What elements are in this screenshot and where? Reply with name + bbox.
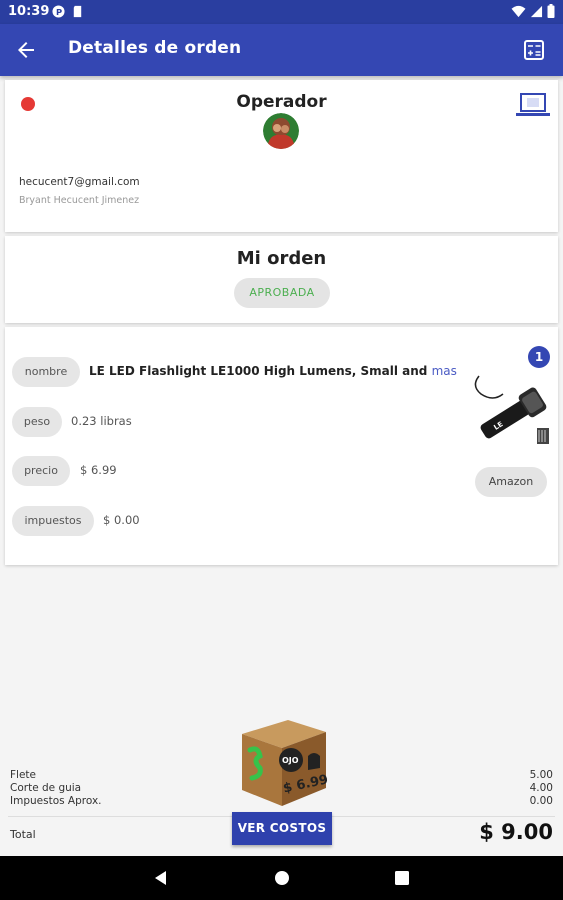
cost-value: 5.00 <box>529 769 553 781</box>
app-bar: Detalles de orden <box>0 24 563 76</box>
item-name-text: LE LED Flashlight LE1000 High Lumens, Sm… <box>89 364 428 378</box>
cost-label: Impuestos Aprox. <box>10 795 102 807</box>
cost-breakdown: Flete 5.00 Corte de guia 4.00 Impuestos … <box>10 769 553 808</box>
item-name: LE LED Flashlight LE1000 High Lumens, Sm… <box>89 364 457 378</box>
operator-avatar[interactable] <box>263 113 299 149</box>
nav-back-icon[interactable] <box>152 869 170 887</box>
name-chip: nombre <box>12 357 80 387</box>
cost-row: Corte de guia 4.00 <box>10 782 553 795</box>
status-time: 10:39 <box>8 4 50 19</box>
calculator-icon[interactable] <box>523 39 545 61</box>
cost-label: Flete <box>10 769 36 781</box>
order-card: Mi orden APROBADA <box>5 236 558 323</box>
wifi-icon <box>511 5 526 17</box>
order-title: Mi orden <box>236 248 327 269</box>
svg-text:P: P <box>56 7 62 17</box>
total-value: $ 9.00 <box>479 820 553 844</box>
signal-icon <box>530 5 543 17</box>
nav-recents-icon[interactable] <box>393 869 411 887</box>
battery-icon <box>547 4 555 18</box>
cost-value: 4.00 <box>529 782 553 794</box>
total-label: Total <box>10 828 36 841</box>
weight-value: 0.23 libras <box>71 414 132 428</box>
operator-card: Operador hecucent7@gmail.com Bryant Hecu… <box>5 80 558 232</box>
cost-label: Corte de guia <box>10 782 82 794</box>
cost-row: Flete 5.00 <box>10 769 553 782</box>
order-status-badge: APROBADA <box>234 278 330 308</box>
operator-name: Bryant Hecucent Jimenez <box>19 195 140 206</box>
tax-chip: impuestos <box>12 506 94 536</box>
cost-value: 0.00 <box>529 795 553 807</box>
price-chip: precio <box>12 456 70 486</box>
product-image[interactable]: LE <box>469 372 551 447</box>
system-nav-bar <box>0 856 563 900</box>
price-value: $ 6.99 <box>80 463 117 477</box>
tax-value: $ 0.00 <box>103 513 140 527</box>
view-costs-button[interactable]: VER COSTOS <box>232 812 332 845</box>
back-arrow-icon[interactable] <box>14 38 38 62</box>
quantity-badge: 1 <box>528 346 550 368</box>
page-title: Detalles de orden <box>68 38 242 58</box>
item-card: nombre LE LED Flashlight LE1000 High Lum… <box>5 327 558 565</box>
weight-chip: peso <box>12 407 62 437</box>
operator-email: hecucent7@gmail.com <box>19 176 140 188</box>
status-icons <box>511 4 555 18</box>
more-link[interactable]: mas <box>432 364 457 378</box>
status-bar: 10:39 P <box>0 0 563 24</box>
sd-card-icon <box>73 5 82 18</box>
nav-home-icon[interactable] <box>273 869 291 887</box>
operator-title: Operador <box>236 92 327 112</box>
amazon-button[interactable]: Amazon <box>475 467 547 497</box>
laptop-icon[interactable] <box>516 92 550 118</box>
cost-row: Impuestos Aprox. 0.00 <box>10 795 553 808</box>
notification-p-icon: P <box>52 5 65 18</box>
box-brand-text: OJO <box>282 756 299 765</box>
